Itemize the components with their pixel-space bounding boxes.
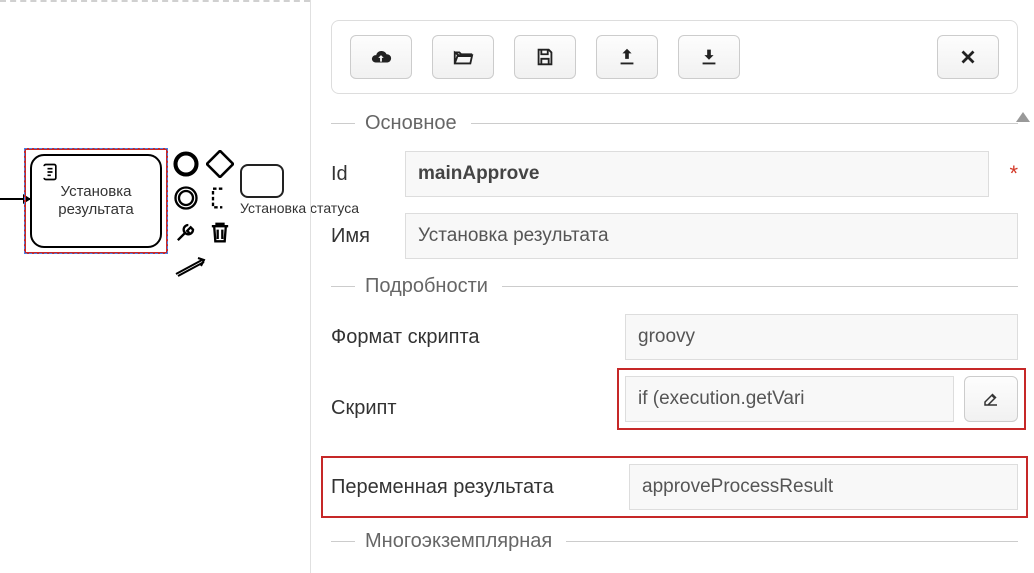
result-var-label: Переменная результата (331, 476, 619, 499)
script-label: Скрипт (331, 397, 611, 420)
name-row: Имя (331, 213, 1018, 259)
trash-icon[interactable] (206, 218, 234, 246)
context-pad: Установка статуса (172, 150, 312, 286)
bpmn-canvas[interactable]: Установка результата Установка статуса (0, 0, 310, 573)
id-label: Id (331, 163, 391, 186)
name-input[interactable] (405, 213, 1018, 259)
task-label: Установка результата (32, 183, 160, 219)
section-details-header: Подробности (331, 275, 1018, 298)
upload-button[interactable] (596, 35, 658, 79)
scroll-up-indicator[interactable] (1016, 112, 1030, 122)
wrench-icon[interactable] (172, 218, 200, 246)
script-format-label: Формат скрипта (331, 326, 611, 349)
properties-panel: Основное Id * Имя Подробности Формат скр… (310, 0, 1034, 573)
id-input[interactable] (405, 151, 989, 197)
intermediate-event-icon[interactable] (172, 184, 200, 212)
name-label: Имя (331, 225, 391, 248)
section-multi-title: Многоэкземплярная (365, 530, 552, 553)
script-icon (40, 162, 60, 182)
gateway-icon[interactable] (206, 150, 234, 178)
open-folder-button[interactable] (432, 35, 494, 79)
cloud-upload-button[interactable] (350, 35, 412, 79)
connect-icon[interactable] (172, 252, 212, 280)
script-task-node[interactable]: Установка результата (30, 154, 162, 248)
section-details-title: Подробности (365, 275, 488, 298)
section-main-title: Основное (365, 112, 457, 135)
annotation-icon[interactable] (206, 184, 234, 212)
download-button[interactable] (678, 35, 740, 79)
append-task-icon[interactable] (240, 164, 284, 198)
id-row: Id * (331, 151, 1018, 197)
result-var-input[interactable] (629, 464, 1018, 510)
close-button[interactable] (937, 35, 999, 79)
save-button[interactable] (514, 35, 576, 79)
edit-script-button[interactable] (964, 376, 1018, 422)
section-main-header: Основное (331, 112, 1018, 135)
required-mark: * (1009, 161, 1018, 187)
result-var-row: Переменная результата (321, 456, 1028, 518)
toolbar (331, 20, 1018, 94)
script-format-input[interactable] (625, 314, 1018, 360)
script-format-row: Формат скрипта (331, 314, 1018, 360)
script-input[interactable] (625, 376, 954, 422)
section-multi-header: Многоэкземплярная (331, 530, 1018, 553)
script-row: Скрипт (331, 376, 1018, 440)
end-event-bold-icon[interactable] (172, 150, 200, 178)
